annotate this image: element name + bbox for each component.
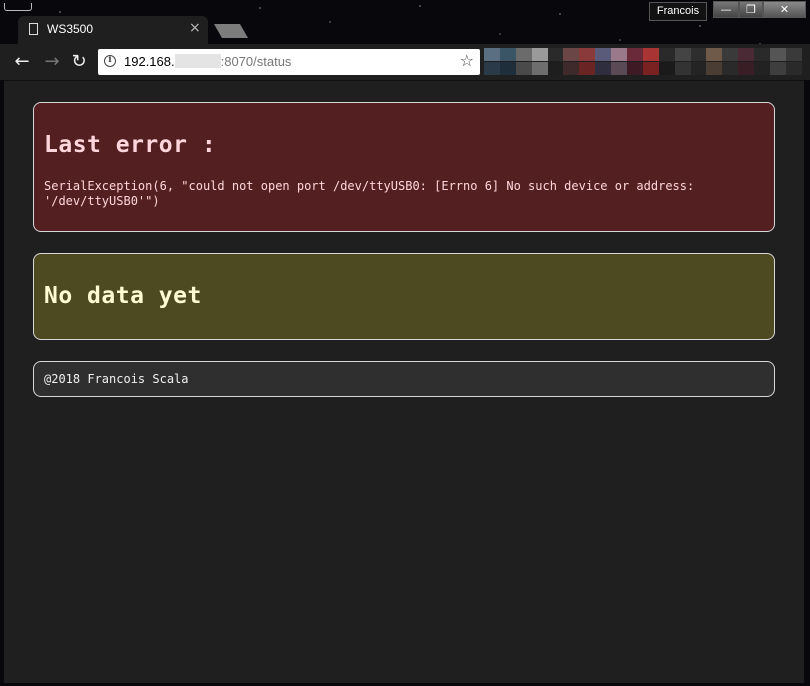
page-viewport: Last error : SerialException(6, "could n… xyxy=(4,80,804,683)
bookmark-favicon[interactable] xyxy=(579,62,596,75)
site-info-icon[interactable]: i xyxy=(104,55,116,67)
footer-panel: @2018 Francois Scala xyxy=(33,361,775,397)
bookmark-favicon[interactable] xyxy=(754,62,771,75)
error-heading: Last error : xyxy=(44,132,217,158)
browser-window: WS3500 × Francois — ❐ ✕ ← → ↻ i 192.168.… xyxy=(0,0,810,686)
profile-button[interactable]: Francois xyxy=(649,2,707,21)
tab-close-icon[interactable]: × xyxy=(189,20,201,36)
bookmark-favicon[interactable] xyxy=(754,48,771,61)
bookmark-favicon[interactable] xyxy=(674,62,691,75)
url-text: 192.168.:8070/status xyxy=(124,54,292,69)
bookmark-favicon[interactable] xyxy=(515,62,532,75)
bookmark-favicon[interactable] xyxy=(674,48,691,61)
bookmark-favicon[interactable] xyxy=(563,48,580,61)
bookmark-favicon[interactable] xyxy=(531,48,548,61)
bookmark-favicon[interactable] xyxy=(499,48,516,61)
bookmark-favicon[interactable] xyxy=(706,62,723,75)
bookmark-favicon[interactable] xyxy=(690,62,707,75)
bookmark-favicon[interactable] xyxy=(531,62,548,75)
tab-title: WS3500 xyxy=(47,22,94,36)
bookmark-favicon[interactable] xyxy=(499,62,516,75)
bookmark-favicon[interactable] xyxy=(595,62,612,75)
no-data-panel: No data yet xyxy=(33,253,775,340)
bookmark-favicon[interactable] xyxy=(658,62,675,75)
bookmark-star-icon[interactable]: ☆ xyxy=(460,51,474,70)
bookmark-favicon[interactable] xyxy=(738,62,755,75)
bookmark-favicon[interactable] xyxy=(706,48,723,61)
last-error-panel: Last error : SerialException(6, "could n… xyxy=(33,102,775,232)
bookmark-favicon[interactable] xyxy=(770,48,786,61)
window-logo-icon xyxy=(4,3,32,11)
reload-icon[interactable]: ↻ xyxy=(67,50,91,74)
bookmark-favicon[interactable] xyxy=(722,62,739,75)
bookmark-favicon[interactable] xyxy=(642,62,659,75)
bookmark-favicon[interactable] xyxy=(627,62,643,75)
new-tab-button[interactable] xyxy=(213,24,249,38)
address-bar[interactable]: i 192.168.:8070/status ☆ xyxy=(98,49,480,75)
redacted-region xyxy=(174,54,221,68)
forward-arrow-icon[interactable]: → xyxy=(40,50,64,74)
bookmark-favicon[interactable] xyxy=(547,48,564,61)
bookmark-favicon[interactable] xyxy=(484,48,500,61)
bookmark-favicon[interactable] xyxy=(595,48,612,61)
bookmark-favicon[interactable] xyxy=(563,62,580,75)
bookmark-favicon[interactable] xyxy=(611,48,628,61)
bookmark-favicon[interactable] xyxy=(484,62,500,75)
browser-toolbar: ← → ↻ i 192.168.:8070/status ☆ xyxy=(0,44,810,80)
bookmark-favicon[interactable] xyxy=(722,48,739,61)
bookmark-favicon[interactable] xyxy=(738,48,755,61)
copyright-text: @2018 Francois Scala xyxy=(44,372,189,386)
bookmarks-bar xyxy=(484,48,802,76)
bookmark-favicon[interactable] xyxy=(658,48,675,61)
error-message: SerialException(6, "could not open port … xyxy=(44,179,695,208)
close-window-button[interactable]: ✕ xyxy=(763,1,806,18)
bookmark-favicon[interactable] xyxy=(515,48,532,61)
minimize-button[interactable]: — xyxy=(713,1,739,18)
document-icon xyxy=(29,23,38,35)
bookmark-favicon[interactable] xyxy=(627,48,643,61)
bookmark-favicon[interactable] xyxy=(579,48,596,61)
bookmark-favicon[interactable] xyxy=(547,62,564,75)
bookmark-favicon[interactable] xyxy=(785,62,802,75)
back-arrow-icon[interactable]: ← xyxy=(10,50,34,74)
tab-ws3500[interactable]: WS3500 × xyxy=(18,16,208,44)
bookmark-favicon[interactable] xyxy=(690,48,707,61)
bookmark-favicon[interactable] xyxy=(785,48,802,61)
bookmark-favicon[interactable] xyxy=(642,48,659,61)
maximize-button[interactable]: ❐ xyxy=(739,1,763,18)
bookmark-favicon[interactable] xyxy=(611,62,628,75)
no-data-heading: No data yet xyxy=(44,283,202,309)
bookmark-favicon[interactable] xyxy=(770,62,786,75)
